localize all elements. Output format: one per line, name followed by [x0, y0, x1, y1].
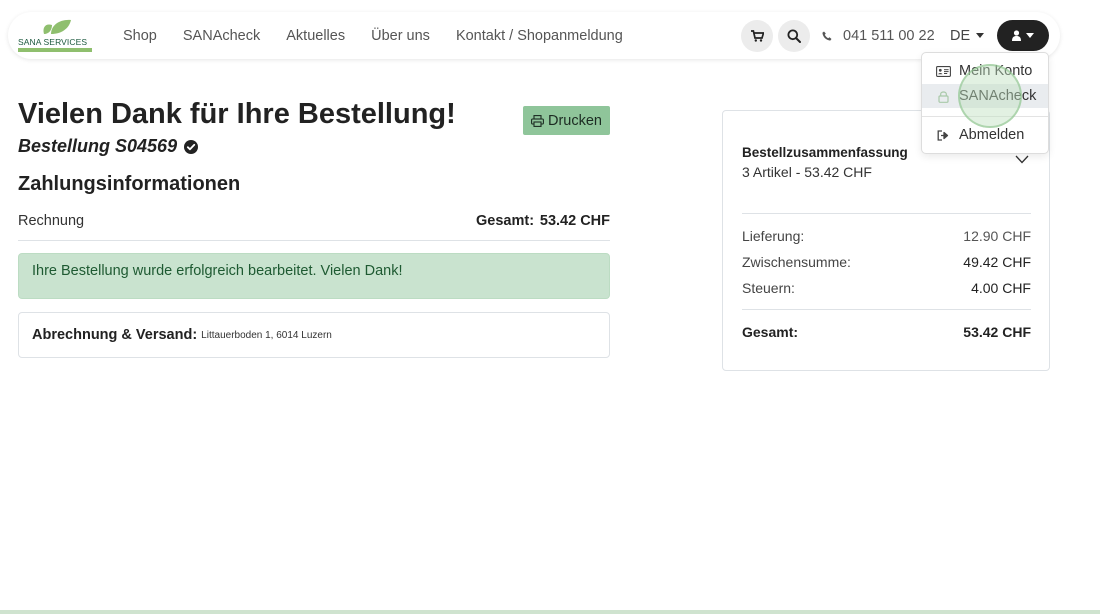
summary-row-subtotal: Zwischensumme: 49.42 CHF	[742, 254, 1031, 270]
click-indicator	[958, 64, 1022, 128]
summary-row-delivery: Lieferung: 12.90 CHF	[742, 228, 1031, 244]
nav-link-sanacheck[interactable]: SANAcheck	[183, 28, 260, 44]
nav-link-shop[interactable]: Shop	[123, 28, 157, 44]
subtotal-label: Zwischensumme:	[742, 254, 851, 270]
nav-link-aktuelles[interactable]: Aktuelles	[286, 28, 345, 44]
summary-divider	[742, 213, 1031, 214]
phone-icon	[822, 31, 832, 41]
logo-bar	[18, 48, 92, 52]
nav-link-kontakt[interactable]: Kontakt / Shopanmeldung	[456, 28, 623, 44]
address-box: Abrechnung & Versand: Littauerboden 1, 6…	[18, 312, 610, 358]
delivery-value: 12.90 CHF	[963, 228, 1031, 244]
search-icon	[787, 29, 801, 43]
leaf-logo-icon	[43, 19, 71, 34]
total-label: Gesamt:	[742, 324, 799, 340]
account-menu-button[interactable]	[997, 20, 1049, 51]
caret-down-icon	[976, 33, 985, 38]
phone-number: 041 511 00 22	[843, 27, 935, 44]
address-value: Littauerboden 1, 6014 Luzern	[201, 329, 332, 341]
nav-link-ueber-uns[interactable]: Über uns	[371, 28, 430, 44]
cart-icon	[750, 30, 764, 42]
summary-divider	[742, 309, 1031, 310]
subtotal-value: 49.42 CHF	[963, 254, 1031, 270]
sign-out-icon	[935, 129, 951, 141]
summary-subtitle: 3 Artikel - 53.42 CHF	[742, 164, 872, 180]
payment-total-label: Gesamt:	[476, 213, 535, 229]
order-number-text: Bestellung S04569	[18, 136, 178, 156]
address-label: Abrechnung & Versand:	[32, 327, 198, 343]
payment-row: Rechnung Gesamt: 53.42 CHF	[18, 212, 610, 241]
logo[interactable]: SANA SERVICES	[18, 18, 92, 54]
main-nav: Shop SANAcheck Aktuelles Über uns Kontak…	[123, 12, 649, 59]
tax-label: Steuern:	[742, 280, 795, 296]
summary-title[interactable]: Bestellzusammenfassung	[742, 145, 908, 160]
lock-icon	[935, 90, 951, 103]
id-card-icon	[935, 65, 951, 77]
navbar: SANA SERVICES Shop SANAcheck Aktuelles Ü…	[8, 12, 1060, 59]
summary-row-tax: Steuern: 4.00 CHF	[742, 280, 1031, 296]
payment-method: Rechnung	[18, 213, 85, 229]
payment-total-value: 53.42 CHF	[539, 213, 610, 229]
page-title: Vielen Dank für Ihre Bestellung!	[18, 98, 456, 130]
printer-icon	[531, 114, 544, 127]
chevron-down-icon[interactable]	[1015, 155, 1029, 164]
print-button-label: Drucken	[548, 112, 602, 129]
check-circle-icon	[184, 139, 199, 154]
caret-down-icon	[1026, 33, 1034, 38]
payment-section-title: Zahlungsinformationen	[18, 173, 241, 195]
success-alert: Ihre Bestellung wurde erfolgreich bearbe…	[18, 253, 610, 299]
search-button[interactable]	[778, 20, 810, 52]
cart-button[interactable]	[741, 20, 773, 52]
footer-edge	[0, 610, 1100, 614]
order-number: Bestellung S04569	[18, 136, 199, 157]
user-icon	[1012, 30, 1021, 41]
language-label: DE	[950, 27, 971, 44]
delivery-label: Lieferung:	[742, 228, 805, 244]
total-value: 53.42 CHF	[963, 324, 1031, 340]
tax-value: 4.00 CHF	[971, 280, 1031, 296]
print-button[interactable]: Drucken	[523, 106, 610, 135]
summary-row-total: Gesamt: 53.42 CHF	[742, 324, 1031, 340]
phone-link[interactable]: 041 511 00 22	[822, 12, 935, 59]
menu-item-label: Abmelden	[959, 127, 1025, 143]
logo-text: SANA SERVICES	[18, 37, 88, 47]
